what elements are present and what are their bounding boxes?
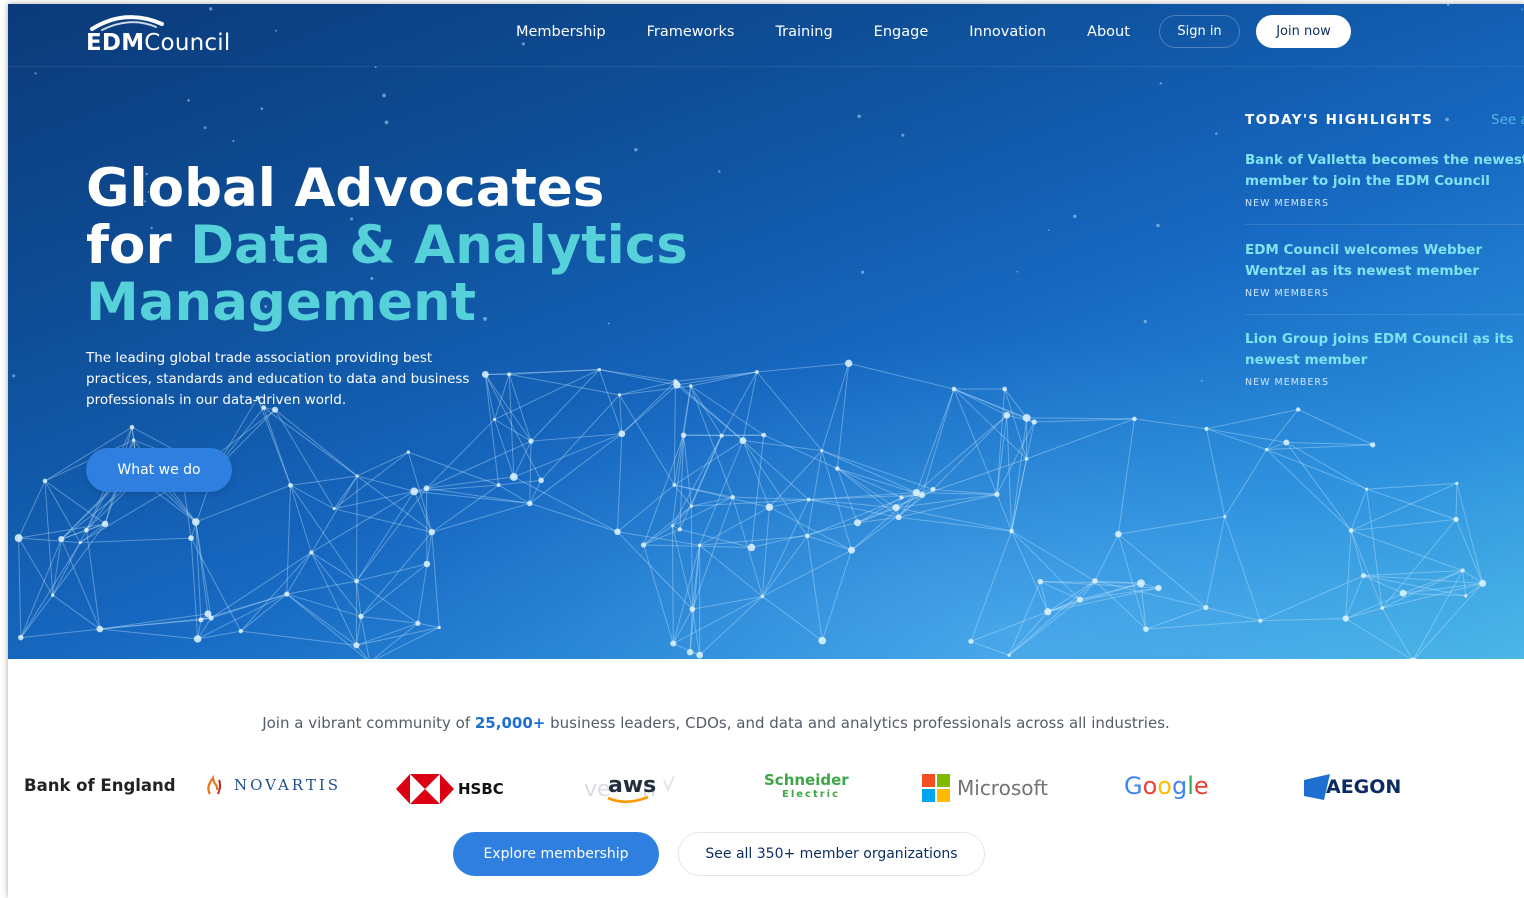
divider <box>1245 224 1524 225</box>
logo-wordmark: EDMCouncil <box>86 30 231 56</box>
nav-engage[interactable]: Engage <box>874 24 929 40</box>
bank-of-england-logo: Bank of England <box>24 776 176 795</box>
google-logo: Google <box>1124 772 1209 800</box>
browser-page: EDMCouncil Membership Frameworks Trainin… <box>8 4 1524 898</box>
nav-innovation[interactable]: Innovation <box>969 24 1046 40</box>
see-all-members-button[interactable]: See all 350+ member organizations <box>678 832 985 876</box>
highlight-tag: NEW MEMBERS <box>1245 198 1330 209</box>
community-count: 25,000+ <box>474 714 546 732</box>
main-menu: Membership Frameworks Training Engage In… <box>516 24 1171 40</box>
microsoft-windows-icon <box>922 774 950 802</box>
aegon-logo: AEGON <box>1304 774 1401 800</box>
highlights-see-all-link[interactable]: See all <box>1491 112 1524 128</box>
highlight-title: EDM Council welcomes Webber Wentzel as i… <box>1245 242 1483 279</box>
community-statement: Join a vibrant community of 25,000+ busi… <box>262 714 1170 732</box>
highlight-tag: NEW MEMBERS <box>1245 377 1330 388</box>
highlight-item[interactable]: Lion Group joins EDM Council as its newe… <box>1245 329 1524 388</box>
svg-text:ve: ve <box>584 777 611 802</box>
aws-logo: ve n aws <box>580 770 680 808</box>
highlight-item[interactable]: EDM Council welcomes Webber Wentzel as i… <box>1245 240 1524 299</box>
aws-verizon-mark: ve n aws <box>584 773 675 804</box>
headline-line-2: for Data & Analytics <box>86 215 688 276</box>
nav-membership[interactable]: Membership <box>516 24 606 40</box>
headline-line-3: Management <box>86 272 477 333</box>
headline-accent: Data & Analytics <box>190 215 688 276</box>
hero-subtitle: The leading global trade association pro… <box>86 350 470 408</box>
join-now-button[interactable]: Join now <box>1256 15 1351 48</box>
hsbc-hexagon-icon <box>396 774 454 804</box>
schneider-electric-logo: Schneider Electric <box>764 771 849 801</box>
nav-training[interactable]: Training <box>775 24 832 40</box>
highlights-heading: TODAY'S HIGHLIGHTS <box>1245 112 1434 128</box>
top-navigation: EDMCouncil Membership Frameworks Trainin… <box>8 4 1524 67</box>
hero-headline: Global Advocates for Data & Analytics Ma… <box>86 160 688 331</box>
headline-line-1: Global Advocates <box>86 158 605 219</box>
hero-section: EDMCouncil Membership Frameworks Trainin… <box>8 4 1524 659</box>
sign-in-button[interactable]: Sign in <box>1159 15 1240 48</box>
highlight-title: Bank of Valletta becomes the newest memb… <box>1245 152 1524 189</box>
nav-frameworks[interactable]: Frameworks <box>647 24 735 40</box>
microsoft-logo: Microsoft <box>922 774 1048 802</box>
highlight-title: Lion Group joins EDM Council as its newe… <box>1245 331 1514 368</box>
nav-about[interactable]: About <box>1087 24 1130 40</box>
hsbc-logo: HSBC <box>396 774 504 804</box>
logo-arc-icon <box>90 15 164 31</box>
divider <box>1245 314 1524 315</box>
novartis-logo: NOVARTIS <box>204 774 341 796</box>
edm-council-logo[interactable]: EDMCouncil <box>86 10 246 60</box>
svg-text:aws: aws <box>608 773 656 798</box>
explore-membership-button[interactable]: Explore membership <box>453 832 659 876</box>
novartis-flame-icon <box>207 774 222 795</box>
highlight-item[interactable]: Bank of Valletta becomes the newest memb… <box>1245 150 1524 209</box>
highlight-tag: NEW MEMBERS <box>1245 288 1330 299</box>
what-we-do-button[interactable]: What we do <box>86 448 232 492</box>
